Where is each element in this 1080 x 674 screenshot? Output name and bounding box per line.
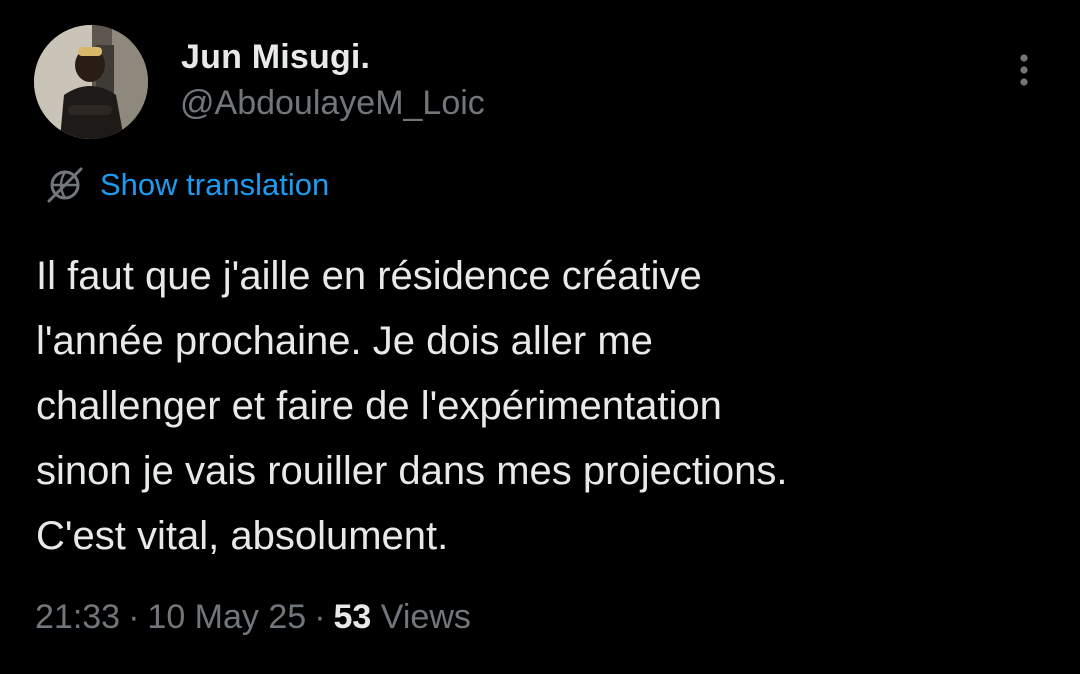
user-handle[interactable]: @AbdoulayeM_Loic	[180, 84, 485, 123]
tweet-text: Il faut que j'aille en résidence créativ…	[36, 244, 1046, 569]
tweet-text-line: C'est vital, absolument.	[36, 514, 449, 558]
tweet-meta: 21:33 · 10 May 25 · 53 Views	[35, 598, 471, 637]
more-options-button[interactable]	[1004, 48, 1044, 92]
more-vertical-icon	[1020, 54, 1028, 86]
tweet-text-line: sinon je vais rouiller dans mes projecti…	[36, 449, 788, 493]
tweet-date[interactable]: 10 May 25	[147, 598, 306, 636]
tweet-text-line: challenger et faire de l'expérimentation	[36, 384, 722, 428]
tweet-time[interactable]: 21:33	[35, 598, 120, 636]
meta-separator: ·	[128, 598, 140, 636]
tweet-text-line: Il faut que j'aille en résidence créativ…	[36, 254, 702, 298]
avatar-photo	[34, 25, 148, 139]
show-translation-link[interactable]: Show translation	[44, 164, 329, 206]
tweet-text-line: l'année prochaine. Je dois aller me	[36, 319, 653, 363]
show-translation-label: Show translation	[100, 167, 330, 202]
views-count[interactable]: 53	[334, 598, 372, 636]
views-label[interactable]: Views	[381, 598, 471, 636]
tweet: Jun Misugi. @AbdoulayeM_Loic Show transl…	[0, 0, 1080, 674]
display-name[interactable]: Jun Misugi.	[181, 38, 370, 77]
meta-separator: ·	[314, 598, 326, 636]
avatar[interactable]	[34, 25, 148, 139]
globe-icon	[47, 167, 83, 203]
